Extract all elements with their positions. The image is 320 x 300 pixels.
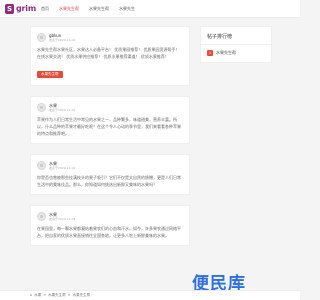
post-excerpt[interactable]: 水果先生帮水果社区，水果达人必备平台！ 优质果园推荐！ 优质果园资源帮手！ 在线… [37,46,183,60]
avatar[interactable] [37,32,46,42]
breadcrumb-item[interactable]: 水果先生帮 [48,291,66,300]
site-logo[interactable]: S grim [5,3,36,14]
post-author: gbkun 发表于2024-11-01 [37,31,183,43]
post-time: 发表于2024-11-01 [49,37,76,42]
post-time: 发表于2024-11-01 [49,107,76,112]
nav-item-fruit-help[interactable]: 水果先生帮 [84,0,114,17]
logo-mark-icon: S [5,3,14,14]
logo-text: grim [16,4,36,13]
rank-label[interactable]: 水果先生帮 [216,50,236,56]
home-icon[interactable]: ⌂ [30,291,32,300]
post-card[interactable]: 水果 发表于2024-11-01 你是否也曾被那些挂满枝头的果子吸引？它们不仅是… [30,154,190,195]
rank-number-badge: 1 [207,50,213,56]
post-author: 水果 发表于2024-11-01 [37,210,183,222]
breadcrumb-footer: ⌂ 水果 > 水果先生帮 > 水果先生帮 [0,290,300,300]
post-excerpt[interactable]: 你是否也曾被那些挂满枝头的果子吸引？它们不仅是大自然的馈赠，更是人们日常生活中的… [37,174,183,188]
post-excerpt[interactable]: 苹果作为人们日常生活中常见的水果之一，品种繁多，味道甜美，营养丰富。所以，什么品… [37,116,183,137]
avatar[interactable] [37,211,46,221]
nav-item-fruit-help-active[interactable]: 水果先生帮 [54,0,84,17]
nav-item-home[interactable]: 首页 [36,0,54,17]
main-nav: 首页 水果先生帮 水果先生帮 水果先生 [36,0,140,17]
avatar[interactable] [37,102,46,112]
breadcrumb-separator: > [67,293,71,297]
breadcrumb-item[interactable]: 水果 [34,291,41,300]
avatar[interactable] [37,160,46,170]
post-author: 水果 发表于2024-11-01 [37,101,183,113]
post-card[interactable]: 水果 发表于2024-11-01 在果园里，每一颗水果都凝结着果农们的心血和汗水… [30,205,190,246]
breadcrumb-item[interactable]: 水果先生帮 [73,291,91,300]
top-navigation-bar: S grim 首页 水果先生帮 水果先生帮 水果先生 [0,0,300,18]
ranking-item[interactable]: 1 水果先生帮 [201,45,271,62]
breadcrumb-separator: > [43,293,47,297]
post-excerpt[interactable]: 在果园里，每一颗水果都凝结着果农们的心血和汗水。如今，许多果农通过网络平台，把自… [37,225,183,239]
post-time: 发表于2024-11-01 [49,165,76,170]
nav-item-fruit[interactable]: 水果先生 [114,0,140,17]
post-list: gbkun 发表于2024-11-01 水果先生帮水果社区，水果达人必备平台！ … [30,26,190,256]
post-card[interactable]: gbkun 发表于2024-11-01 水果先生帮水果社区，水果达人必备平台！ … [30,26,190,86]
post-time: 发表于2024-11-01 [49,216,76,221]
breadcrumb: ⌂ 水果 > 水果先生帮 > 水果先生帮 [30,291,90,300]
post-author: 水果 发表于2024-11-01 [37,159,183,171]
post-card[interactable]: 水果 发表于2024-11-01 苹果作为人们日常生活中常见的水果之一，品种繁多… [30,96,190,144]
post-tag[interactable]: 水果先生帮 [37,71,63,78]
ranking-sidebar: 帖子排行榜 1 水果先生帮 [200,26,272,63]
sidebar-title: 帖子排行榜 [201,27,271,45]
